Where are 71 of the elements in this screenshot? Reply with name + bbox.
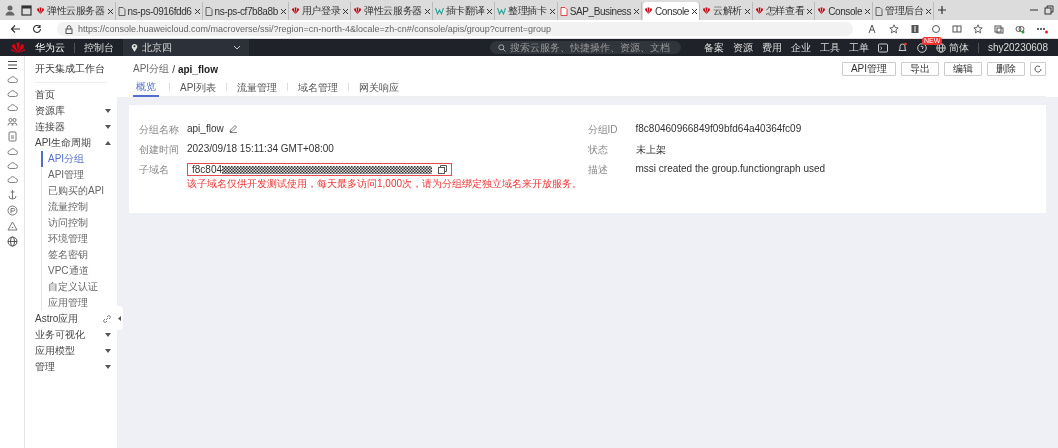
action-button[interactable]: 删除 [987,62,1025,76]
nav-link[interactable]: 资源 [732,40,753,55]
sidebar-subitem[interactable]: VPC通道 [42,263,117,279]
brand-name[interactable]: 华为云 [35,40,65,55]
field-label: 状态 [587,143,609,157]
tab-title: ns-ps-0916fdd6 [127,5,192,17]
sidebar-item[interactable]: Astro应用 [25,311,117,327]
tab-title: SAP_Business [569,5,632,17]
sidebar-subitem[interactable]: API管理 [42,167,117,183]
sidebar-subitem[interactable]: 应用管理 [42,295,117,311]
browser-tab[interactable]: Console [643,2,700,20]
field-value: mssi created the group.functiongraph used [635,163,826,174]
sidebar-item[interactable]: 应用模型 [25,343,117,359]
sidebar-subitem[interactable]: 自定义认证 [42,279,117,295]
page-tab[interactable]: 网关响应 [359,78,400,96]
search-field[interactable]: 搜索云服务、快捷操作、资源、文档 [489,41,681,54]
sidebar-item[interactable]: 资源库 [25,103,117,119]
nav-link[interactable]: 备案 [703,40,724,55]
tab-title: ns-ps-cf7b8a8b [214,5,278,17]
tab-title: 弹性云服务器 [47,4,105,18]
field-label: 分组ID [587,123,619,137]
region-select[interactable]: 北京四 [123,39,249,56]
nav-link[interactable]: 企业 [790,40,811,55]
tab-title: Console [828,5,863,17]
field-label: 描述 [587,163,609,177]
tab-title: Console [655,5,689,17]
tab-title: 管理后台 [885,4,924,18]
language-link[interactable]: 简体 [948,40,969,55]
sidebar-subitem[interactable]: 流量控制 [42,199,117,215]
sidebar-subitem[interactable]: 签名密钥 [42,247,117,263]
action-button[interactable]: 编辑 [944,62,982,76]
subdomain-field: f8c804 [187,163,453,176]
page-tab[interactable]: 概览 [133,77,159,97]
sidebar-subitem[interactable]: 已购买的API [42,183,117,199]
sidebar-item[interactable]: 连接器 [25,119,117,135]
sidebar-subitem[interactable]: 环境管理 [42,231,117,247]
field-value: f8c80460966849f09bfd64a40364fc09 [635,123,802,134]
breadcrumb-link[interactable]: API分组 [133,62,170,76]
error-message: 该子域名仅供开发测试使用，每天最多访问1,000次，请为分组绑定独立域名来开放服务。 [187,177,583,191]
breadcrumb-current: api_flow [177,63,218,75]
sidebar-title: 开天集成工作台 [34,62,106,76]
sidebar-subitem[interactable]: API分组 [41,151,117,167]
field-value: api_flow [187,123,224,134]
nav-link[interactable]: 工单 [848,40,869,55]
nav-link[interactable]: 工具 [819,40,840,55]
field-label: 子域名 [139,163,170,177]
sidebar-item[interactable]: 管理 [25,359,117,375]
sidebar-item[interactable]: 首页 [25,87,117,103]
nav-link[interactable]: 费用 [761,40,782,55]
sidebar-item[interactable]: API生命周期 [25,135,117,151]
page-tab[interactable]: 流量管理 [237,78,278,96]
console-link[interactable]: 控制台 [84,40,114,55]
tab-title: 用户登录 [301,4,341,18]
action-button[interactable]: API管理 [841,62,896,76]
address-field[interactable]: https://console.huaweicloud.com/macroverse/ssi/?region=cn-north-4&locale=zh-cn#/console/apis/group?current=group [57,22,853,36]
breadcrumb-separator: / [172,63,175,75]
field-value: 2023/09/18 15:11:34 GMT+08:00 [187,143,334,154]
action-button[interactable]: 导出 [901,62,939,76]
tab-title: 怎样查看 [765,4,805,18]
sidebar-subitem[interactable]: 访问控制 [42,215,117,231]
page-tab[interactable]: 域名管理 [298,78,339,96]
tab-title: 弹性云服务器 [364,4,422,18]
sidebar-item[interactable]: 业务可视化 [25,327,117,343]
tab-title: 插卡翻译 [445,4,485,18]
user-name[interactable]: shy20230608 [987,42,1048,53]
field-label: 分组名称 [139,123,180,137]
tab-title: 整理插卡 [508,4,547,18]
field-value: 未上架 [635,143,666,157]
tab-title: 云解析 [712,4,742,18]
page-tab[interactable]: API列表 [180,78,217,96]
field-label: 创建时间 [139,143,180,157]
